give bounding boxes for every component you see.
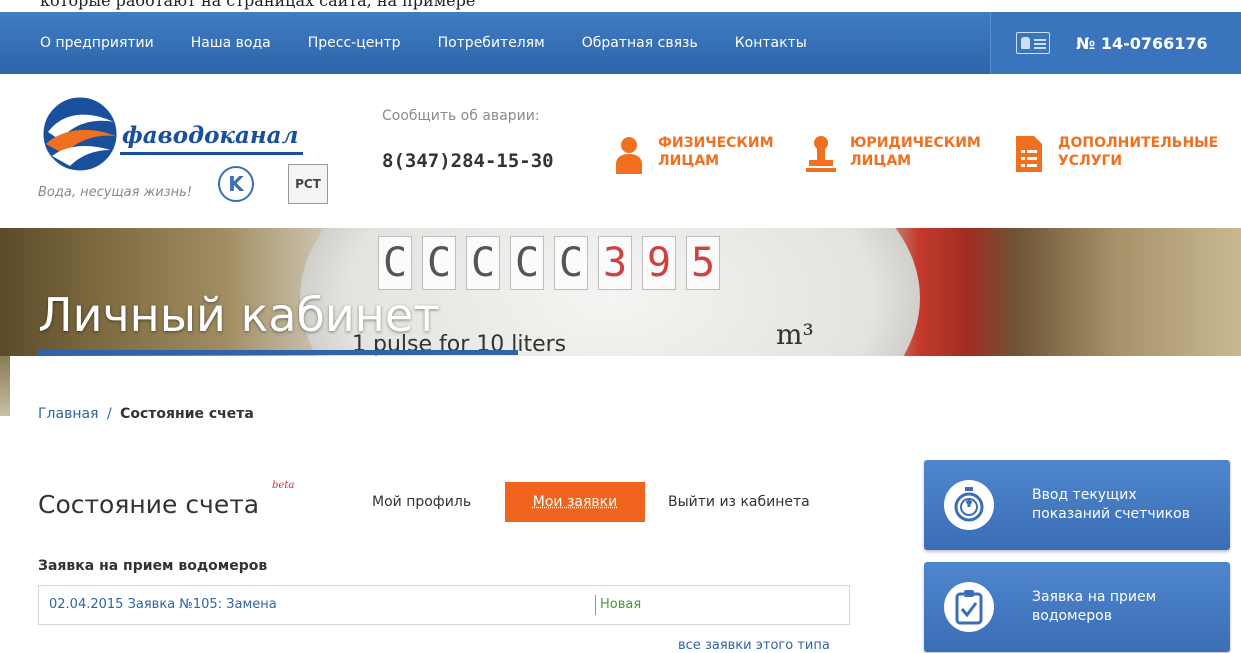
- rst-cert-icon: РСТ: [288, 164, 328, 204]
- banner-title: Личный кабинет: [38, 288, 440, 342]
- top-clipped-text: которые работают на страницах сайта, на …: [0, 0, 1241, 12]
- meter-request-line2: водомеров: [1032, 608, 1112, 624]
- service-additional-line2: УСЛУГИ: [1058, 153, 1123, 169]
- meter-unit: m³: [776, 318, 814, 351]
- tab-my-requests[interactable]: Мои заявки: [505, 482, 645, 522]
- nav-item-contacts[interactable]: Контакты: [735, 35, 807, 51]
- logo[interactable]: фаводоканал Вода, несущая жизнь! K РСТ: [38, 92, 338, 204]
- emergency-contact: Сообщить об аварии: 8(347)284-15-30: [382, 108, 554, 172]
- meter-digit: C: [378, 236, 412, 290]
- breadcrumb: Главная / Состояние счета: [38, 406, 254, 422]
- enter-readings-line2: показаний счетчиков: [1032, 506, 1190, 522]
- meter-digit: C: [466, 236, 500, 290]
- meter-digit: 5: [686, 236, 720, 290]
- service-legal-line2: ЛИЦАМ: [850, 153, 912, 169]
- service-individuals[interactable]: ФИЗИЧЕСКИМ ЛИЦАМ: [614, 134, 774, 174]
- page-title: Состояние счета: [38, 490, 260, 519]
- all-requests-link[interactable]: все заявки этого типа: [678, 638, 830, 653]
- meter-digits: C C C C C 3 9 5: [378, 236, 730, 290]
- tab-my-profile[interactable]: Мой профиль: [372, 482, 471, 522]
- nav-item-feedback[interactable]: Обратная связь: [582, 35, 698, 51]
- meter-request-line1: Заявка на прием: [1032, 589, 1157, 605]
- meter-digit: C: [554, 236, 588, 290]
- request-description[interactable]: 02.04.2015 Заявка №105: Замена: [49, 597, 277, 612]
- nav-item-consumers[interactable]: Потребителям: [438, 35, 545, 51]
- enter-readings-line1: Ввод текущих: [1032, 487, 1137, 503]
- breadcrumb-home[interactable]: Главная: [38, 406, 98, 422]
- tab-logout[interactable]: Выйти из кабинета: [668, 482, 810, 522]
- meter-digit: 3: [598, 236, 632, 290]
- request-status: Новая: [595, 595, 641, 615]
- quality-cert-k-icon: K: [218, 166, 254, 202]
- nav-item-our-water[interactable]: Наша вода: [191, 35, 271, 51]
- logo-name: фаводоканал: [122, 122, 299, 149]
- beta-badge: beta: [272, 480, 295, 491]
- service-individuals-line2: ЛИЦАМ: [658, 153, 720, 169]
- stamp-icon: [806, 136, 836, 172]
- nav-item-about[interactable]: О предприятии: [40, 35, 154, 51]
- document-list-icon: [1016, 136, 1042, 172]
- logo-swirl-icon: [40, 94, 120, 174]
- banner-edge-decoration: [0, 356, 10, 416]
- emergency-label: Сообщить об аварии:: [382, 108, 540, 124]
- site-header: фаводоканал Вода, несущая жизнь! K РСТ С…: [0, 74, 1241, 228]
- service-individuals-line1: ФИЗИЧЕСКИМ: [658, 135, 774, 151]
- meter-acceptance-request-button[interactable]: Заявка на прием водомеров: [924, 562, 1230, 652]
- banner-underline: [38, 350, 518, 355]
- nav-menu: О предприятии Наша вода Пресс-центр Потр…: [40, 12, 844, 74]
- breadcrumb-current: Состояние счета: [120, 406, 254, 422]
- id-card-icon: [1016, 32, 1050, 54]
- meter-digit: C: [422, 236, 456, 290]
- account-badge[interactable]: № 14-0766176: [990, 12, 1241, 74]
- requests-section-title: Заявка на прием водомеров: [38, 558, 268, 574]
- person-icon: [616, 137, 642, 174]
- top-clipped-line: которые работают на страницах сайта, на …: [40, 0, 476, 10]
- logo-slogan: Вода, несущая жизнь!: [38, 185, 193, 200]
- service-additional[interactable]: ДОПОЛНИТЕЛЬНЫЕ УСЛУГИ: [1014, 134, 1218, 174]
- breadcrumb-separator: /: [106, 406, 112, 422]
- service-additional-line1: ДОПОЛНИТЕЛЬНЫЕ: [1058, 135, 1219, 151]
- nav-item-press-center[interactable]: Пресс-центр: [308, 35, 401, 51]
- logo-underline: [120, 152, 303, 155]
- top-navbar: О предприятии Наша вода Пресс-центр Потр…: [0, 12, 1241, 74]
- service-legal-line1: ЮРИДИЧЕСКИМ: [850, 135, 981, 151]
- account-number: № 14-0766176: [1076, 33, 1208, 53]
- stopwatch-icon: [944, 480, 994, 530]
- request-row[interactable]: 02.04.2015 Заявка №105: Замена Новая: [38, 585, 850, 625]
- service-legal-entities[interactable]: ЮРИДИЧЕСКИМ ЛИЦАМ: [806, 134, 981, 174]
- enter-meter-readings-button[interactable]: Ввод текущих показаний счетчиков: [924, 460, 1230, 550]
- hero-banner: C C C C C 3 9 5 1 pulse for 10 liters m³…: [0, 228, 1241, 356]
- meter-digit: 9: [642, 236, 676, 290]
- meter-digit: C: [510, 236, 544, 290]
- emergency-phone: 8(347)284-15-30: [382, 150, 554, 172]
- clipboard-check-icon: [944, 582, 994, 632]
